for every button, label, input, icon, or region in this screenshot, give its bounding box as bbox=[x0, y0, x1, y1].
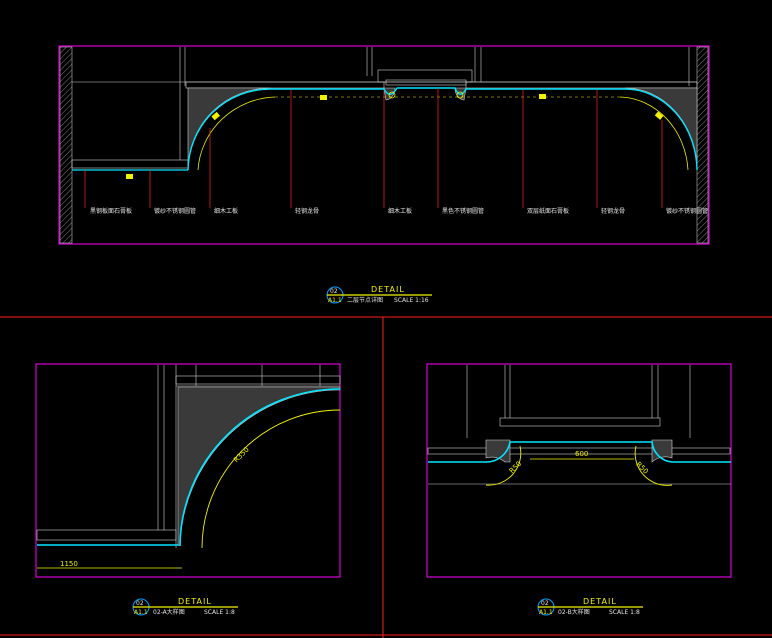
detail-b-badge-top: 02 bbox=[541, 600, 549, 607]
main-title: DETAIL bbox=[371, 285, 405, 294]
main-badge-top: 02 bbox=[330, 288, 338, 295]
main-subtitle: 二层节点详图 bbox=[347, 296, 383, 304]
detail-a-title-block: 02 A1.1 DETAIL 02-A大样图 SCALE 1:8 bbox=[132, 597, 238, 616]
main-label-5: 细木工板 bbox=[388, 207, 412, 215]
main-label-7: 双层纸面石膏板 bbox=[527, 207, 569, 215]
main-label-9: 镀纱不锈钢圆管 bbox=[666, 207, 708, 215]
detail-a-subtitle: 02-A大样图 bbox=[153, 608, 185, 616]
main-title-block: 02 A1.1 DETAIL 二层节点详图 SCALE 1:16 bbox=[326, 285, 432, 304]
main-label-6: 黑色不锈钢圆管 bbox=[442, 207, 484, 215]
main-scale: SCALE 1:16 bbox=[394, 297, 429, 304]
main-label-3: 细木工板 bbox=[214, 207, 238, 215]
detail-b-scale: SCALE 1:8 bbox=[609, 609, 640, 616]
detail-b-badge-bottom: A1.1 bbox=[539, 609, 553, 616]
detail-a: 1150 R350 02 A1.1 DETAIL 02-A大样图 SCALE 1… bbox=[35, 363, 341, 616]
main-label-2: 镀纱不锈钢圆管 bbox=[154, 207, 196, 215]
main-label-4: 轻钢龙骨 bbox=[295, 207, 319, 215]
detail-a-badge-bottom: A1.1 bbox=[134, 609, 148, 616]
main-label-1: 黑钢板面石膏板 bbox=[90, 207, 132, 215]
detail-b-r-right: R50 bbox=[634, 460, 649, 475]
left-wall bbox=[59, 46, 73, 244]
detail-b-title-block: 02 A1.1 DETAIL 02-B大样图 SCALE 1:8 bbox=[537, 597, 643, 616]
main-badge-bottom: A1.1 bbox=[328, 297, 342, 304]
detail-a-title: DETAIL bbox=[178, 597, 212, 606]
detail-a-scale: SCALE 1:8 bbox=[204, 609, 235, 616]
ceiling-profile bbox=[187, 87, 698, 171]
main-label-8: 轻钢龙骨 bbox=[601, 207, 625, 215]
detail-a-radius: R350 bbox=[232, 446, 251, 465]
detail-b-subtitle: 02-B大样图 bbox=[558, 608, 590, 616]
cad-drawing-canvas: 黑钢板面石膏板 镀纱不锈钢圆管 细木工板 轻钢龙骨 细木工板 黑色不锈钢圆管 双… bbox=[0, 45, 772, 638]
detail-b-width: 600 bbox=[575, 450, 588, 458]
detail-b-frame bbox=[426, 363, 732, 578]
detail-a-badge-top: 02 bbox=[136, 600, 144, 607]
main-detail: 黑钢板面石膏板 镀纱不锈钢圆管 细木工板 轻钢龙骨 细木工板 黑色不锈钢圆管 双… bbox=[58, 45, 710, 304]
detail-a-width: 1150 bbox=[60, 560, 78, 568]
detail-b: 600 R50 R50 02 A1.1 DETAIL 02-B大样图 SCALE… bbox=[426, 363, 732, 616]
detail-b-title: DETAIL bbox=[583, 597, 617, 606]
